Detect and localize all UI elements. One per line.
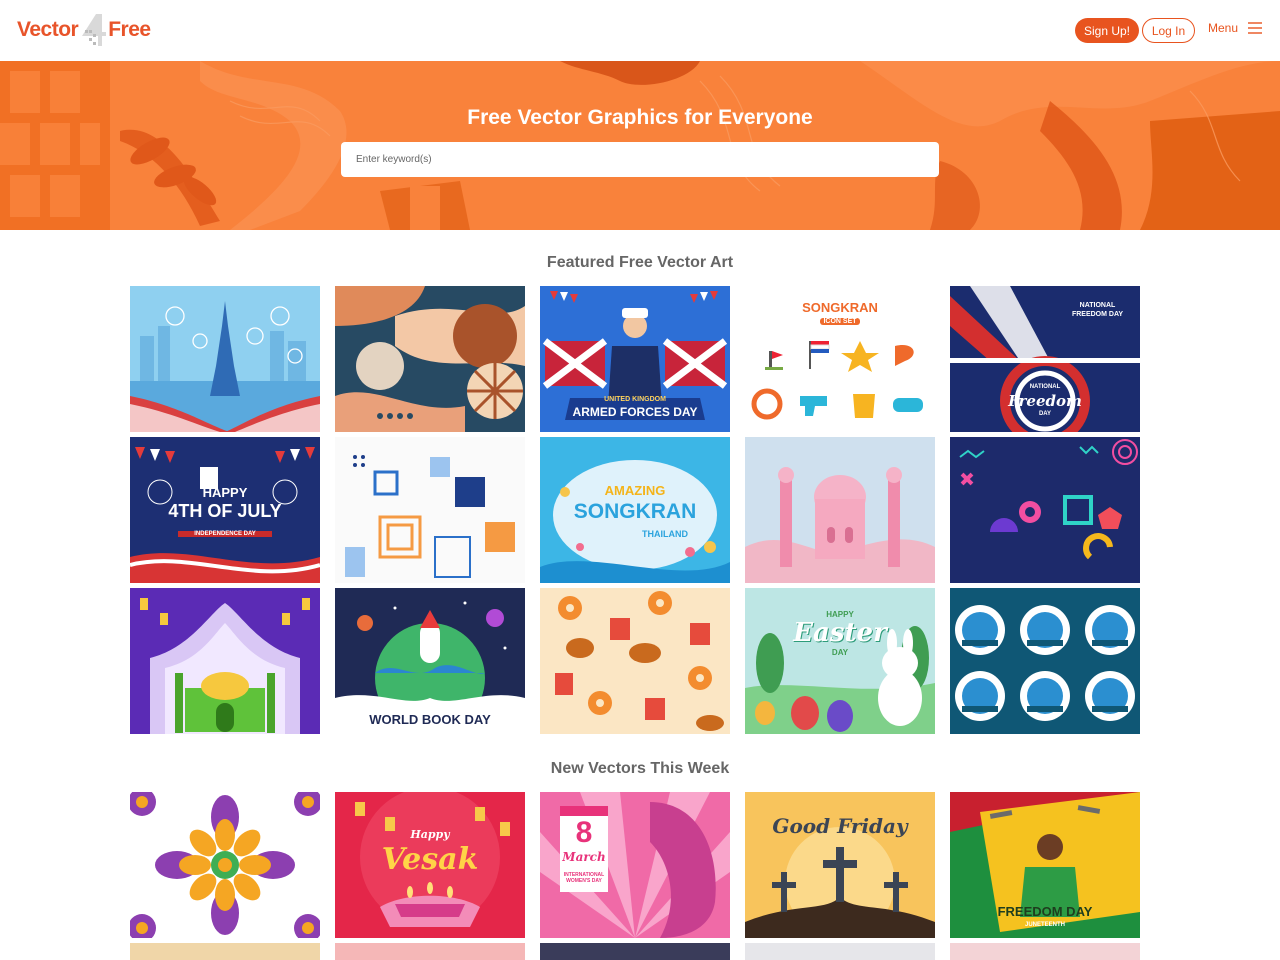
tile-caption-top: Happy: [410, 828, 450, 841]
tile-caption-top: AMAZING: [604, 483, 666, 498]
featured-tile-freedom-day[interactable]: NATIONAL FREEDOM DAY NATIONAL Freedom DA…: [950, 286, 1140, 432]
tile-caption-top: HAPPY: [202, 485, 248, 500]
tile-caption-top: NATIONAL: [1079, 302, 1116, 309]
tile-caption-bottom: INTERNATIONAL WOMEN'S DAY: [563, 872, 605, 884]
featured-section-title: Featured Free Vector Art: [546, 254, 734, 271]
tile-caption-bottom: THAILAND: [642, 529, 688, 539]
tile-caption-lower-main: Freedom: [1008, 392, 1082, 410]
tile-caption-main: Easter: [793, 618, 887, 648]
tile-caption-main: March: [562, 850, 606, 864]
tile-caption-lower-top: NATIONAL: [1029, 384, 1061, 390]
new-tile-vesak[interactable]: Happy Vesak: [335, 792, 525, 938]
menu-toggle[interactable]: Menu: [1208, 21, 1263, 35]
featured-grid: UNITED KINGDOM ARMED FORCES DAY SONGKRAN…: [130, 286, 1140, 734]
tile-caption-top: 8: [575, 816, 593, 849]
new-tile-row2-1[interactable]: [130, 943, 320, 960]
tile-caption-main: 4TH OF JULY: [168, 501, 282, 521]
signup-button[interactable]: Sign Up!: [1075, 18, 1139, 43]
tile-caption-main: ARMED FORCES DAY: [572, 405, 698, 419]
new-tile-mandala[interactable]: [130, 792, 320, 938]
memphis-shapes-illustration: [950, 437, 1140, 583]
hero-title: Free Vector Graphics for Everyone: [467, 106, 813, 129]
water-day-badges-illustration: [950, 588, 1140, 734]
featured-tile-4th-july[interactable]: HAPPY 4TH OF JULY INDEPENDENCE DAY: [130, 437, 320, 583]
fast-food-pattern-illustration: [540, 588, 730, 734]
tile-caption-main: FREEDOM DAY: [1071, 311, 1124, 318]
new-tile-womens-day[interactable]: 8 March INTERNATIONAL WOMEN'S DAY: [540, 792, 730, 938]
tile-caption-main: FREEDOM DAY: [997, 904, 1093, 919]
tile-caption-lower-bottom: DAY: [1038, 411, 1052, 417]
tile-caption-bottom: INDEPENDENCE DAY: [178, 531, 272, 537]
site-logo[interactable]: Vector Free: [17, 12, 151, 48]
new-tile-row2-3[interactable]: [540, 943, 730, 960]
mandala-illustration: [130, 792, 320, 938]
eiffel-tower-illustration: [130, 286, 320, 432]
featured-tile-abstract[interactable]: [335, 286, 525, 432]
search-input[interactable]: [341, 142, 939, 177]
new-tile-good-friday[interactable]: Good Friday: [745, 792, 935, 938]
logo-text-vector: Vector: [17, 18, 79, 41]
featured-tile-world-book-day[interactable]: WORLD BOOK DAY: [335, 588, 525, 734]
featured-tile-armed-forces[interactable]: UNITED KINGDOM ARMED FORCES DAY: [540, 286, 730, 432]
login-button[interactable]: Log In: [1142, 18, 1195, 43]
new-tile-row2-4[interactable]: [745, 943, 935, 960]
tile-caption-top: UNITED KINGDOM: [604, 396, 666, 403]
geometric-pattern-illustration: [335, 437, 525, 583]
tile-caption-main: Good Friday: [772, 814, 908, 838]
featured-tile-ramadan[interactable]: [130, 588, 320, 734]
hamburger-icon: [1248, 22, 1263, 34]
womens-day-illustration: [540, 792, 730, 938]
featured-tile-geometric[interactable]: [335, 437, 525, 583]
tile-caption-main: SONGKRAN: [573, 500, 697, 523]
tile-caption-bottom: DAY: [831, 648, 849, 657]
hero-banner: Free Vector Graphics for Everyone: [0, 61, 1280, 230]
new-tile-freedom-day[interactable]: FREEDOM DAY JUNETEENTH: [950, 792, 1140, 938]
tile-caption-bottom: JUNETEENTH: [1024, 922, 1065, 928]
featured-tile-fast-food[interactable]: [540, 588, 730, 734]
menu-label: Menu: [1208, 21, 1239, 35]
site-header: Vector Free Sign Up! Log In Menu: [0, 0, 1280, 61]
ramadan-mosque-illustration: [130, 588, 320, 734]
featured-tile-amazing-songkran[interactable]: AMAZING SONGKRAN THAILAND: [540, 437, 730, 583]
featured-tile-songkran-icons[interactable]: SONGKRAN ICON SET: [745, 286, 935, 432]
pink-mosque-illustration: [745, 437, 935, 583]
featured-tile-memphis[interactable]: [950, 437, 1140, 583]
songkran-icons-illustration: [751, 341, 923, 420]
featured-tile-paris[interactable]: [130, 286, 320, 432]
new-vectors-grid: Happy Vesak 8 March INTERNATIONAL WOMEN'…: [130, 792, 1140, 960]
tile-caption-main: Vesak: [381, 842, 479, 877]
featured-tile-water-day[interactable]: [950, 588, 1140, 734]
featured-tile-pink-mosque[interactable]: [745, 437, 935, 583]
new-tile-row2-2[interactable]: [335, 943, 525, 960]
logo-text-free: Free: [108, 18, 151, 41]
featured-tile-easter[interactable]: HAPPY Easter DAY: [745, 588, 935, 734]
abstract-shapes-illustration: [335, 286, 525, 432]
tile-caption-main: WORLD BOOK DAY: [369, 712, 491, 727]
new-section-title: New Vectors This Week: [550, 760, 730, 777]
new-tile-row2-5[interactable]: [950, 943, 1140, 960]
logo-four-icon: [76, 12, 110, 48]
